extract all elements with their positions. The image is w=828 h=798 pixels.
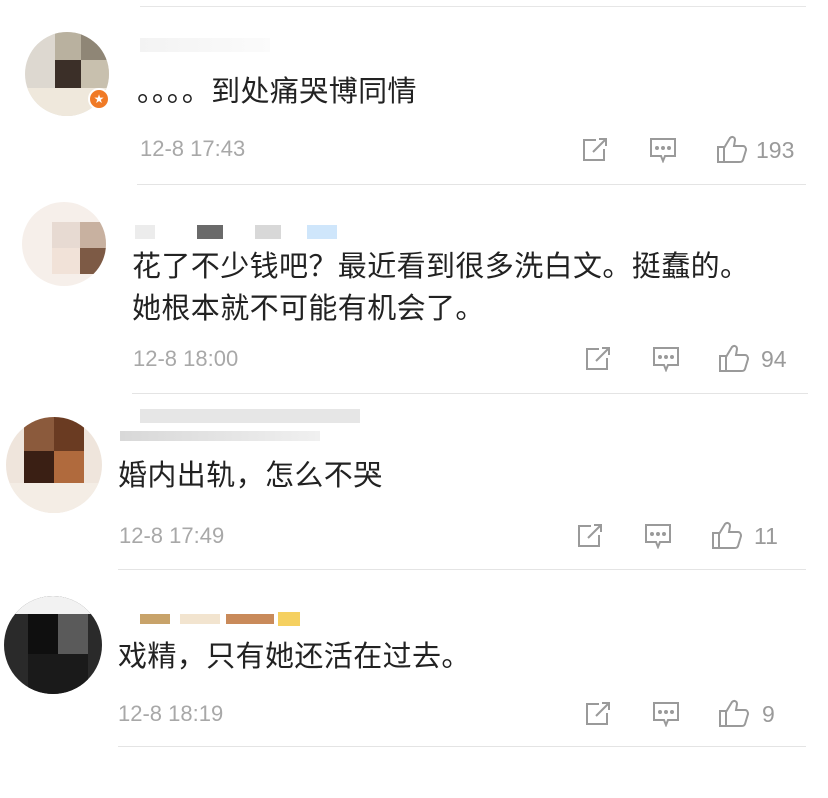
thumbs-up-icon[interactable] — [718, 698, 750, 728]
avatar[interactable] — [4, 596, 102, 694]
comment-item: ★ 。。。。到处痛哭博同情 12-8 17:43 193 — [0, 0, 828, 185]
comment-time: 12-8 17:49 — [119, 523, 225, 548]
avatar[interactable] — [22, 202, 106, 286]
username-blurred[interactable] — [197, 225, 223, 239]
comment-icon[interactable] — [644, 523, 672, 549]
username-blurred[interactable] — [278, 612, 300, 626]
comment-icon[interactable] — [652, 701, 680, 727]
username-blurred[interactable] — [226, 614, 274, 624]
username-blurred[interactable] — [120, 431, 320, 441]
username-blurred[interactable] — [140, 614, 170, 624]
comment-item: 戏精，只有她还活在过去。 12-8 18:19 9 — [0, 570, 828, 798]
like-count: 193 — [756, 137, 795, 163]
comment-text: 花了不少钱吧？最近看到很多洗白文。挺蠢的。 — [132, 249, 750, 283]
share-icon[interactable] — [584, 346, 612, 372]
comment-text: 。。。。到处痛哭博同情 — [137, 74, 417, 108]
comment-text: 婚内出轨，怎么不哭 — [118, 458, 383, 492]
comment-item: 花了不少钱吧？最近看到很多洗白文。挺蠢的。 她根本就不可能有机会了。 12-8 … — [0, 185, 828, 395]
comment-icon[interactable] — [649, 137, 677, 163]
divider — [132, 393, 808, 394]
share-icon[interactable] — [581, 137, 609, 163]
like-count: 9 — [762, 701, 775, 727]
thumbs-up-icon[interactable] — [711, 520, 743, 550]
comment-time: 12-8 18:19 — [118, 701, 224, 726]
share-icon[interactable] — [584, 701, 612, 727]
divider — [118, 746, 806, 747]
comment-feed: ★ 。。。。到处痛哭博同情 12-8 17:43 193 花了不少钱吧？最近看到… — [0, 0, 828, 798]
comment-text: 她根本就不可能有机会了。 — [132, 291, 485, 325]
share-icon[interactable] — [576, 523, 604, 549]
comment-time: 12-8 18:00 — [133, 346, 239, 371]
like-count: 94 — [761, 346, 787, 372]
comment-icon[interactable] — [652, 346, 680, 372]
username-blurred[interactable] — [135, 225, 155, 239]
username-blurred[interactable] — [140, 409, 360, 423]
thumbs-up-icon[interactable] — [716, 134, 748, 164]
username-blurred[interactable] — [307, 225, 337, 239]
comment-text: 戏精，只有她还活在过去。 — [118, 639, 471, 673]
username-blurred[interactable] — [255, 225, 281, 239]
avatar[interactable] — [6, 417, 102, 513]
comment-time: 12-8 17:43 — [140, 136, 246, 161]
like-count: 11 — [754, 523, 778, 549]
username-blurred[interactable] — [140, 38, 270, 52]
username-blurred[interactable] — [180, 614, 220, 624]
verified-badge-icon: ★ — [88, 88, 110, 110]
comment-item: 婚内出轨，怎么不哭 12-8 17:49 11 — [0, 395, 828, 570]
thumbs-up-icon[interactable] — [718, 343, 750, 373]
